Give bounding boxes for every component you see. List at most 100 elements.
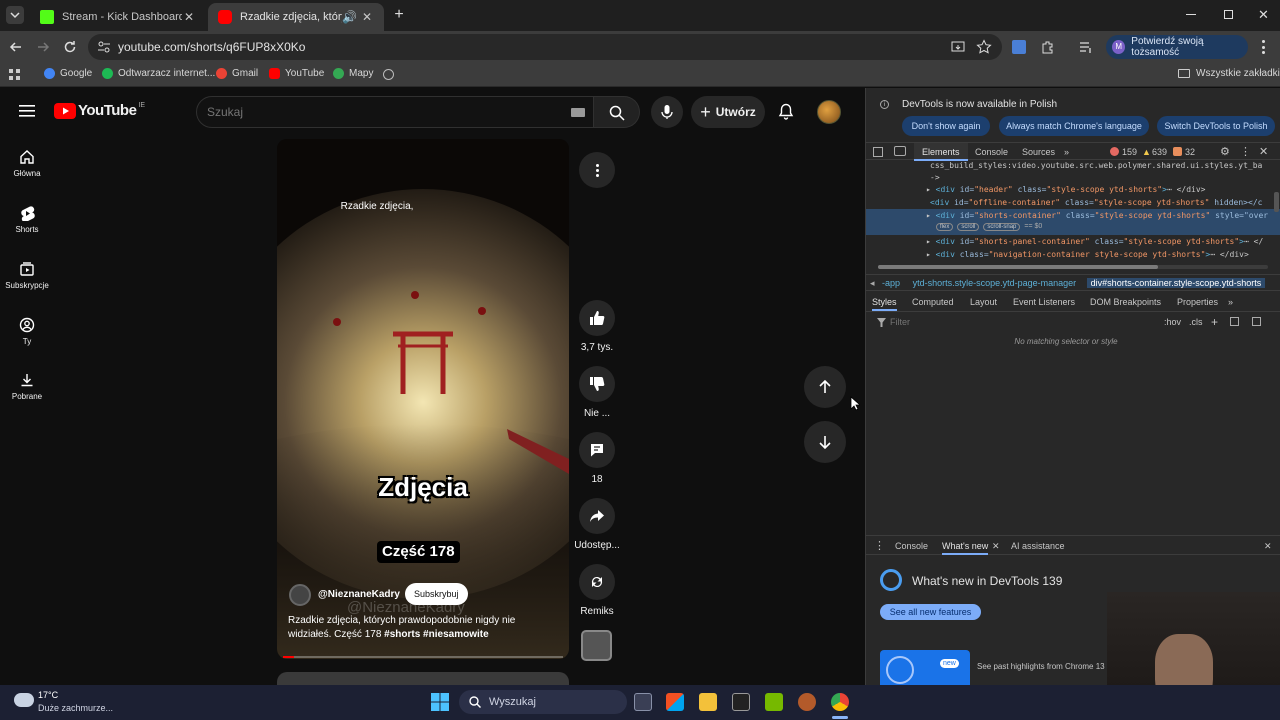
devtools-menu-icon[interactable]: ⋮ xyxy=(1240,143,1251,161)
tab-search-button[interactable] xyxy=(6,6,24,24)
subscribe-button[interactable]: Subskrybuj xyxy=(405,583,468,605)
like-button[interactable]: 3,7 tys. xyxy=(573,300,621,353)
next-short-button[interactable] xyxy=(804,421,846,463)
drawer-tab-console[interactable]: Console xyxy=(895,537,928,555)
warning-count[interactable]: 639 xyxy=(1152,143,1167,161)
tab-styles[interactable]: Styles xyxy=(872,293,897,311)
tab-console[interactable]: Console xyxy=(975,143,1008,161)
speaker-icon[interactable]: 🔊 xyxy=(342,10,357,24)
tab-youtube-short[interactable]: Rzadkie zdjęcia, których pra 🔊 ✕ xyxy=(208,3,384,31)
channel-name[interactable]: @NieznaneKadry xyxy=(318,589,400,600)
hamburger-menu-icon[interactable] xyxy=(19,104,35,118)
all-bookmarks-button[interactable]: Wszystkie zakładki xyxy=(1178,68,1280,79)
globe-icon[interactable] xyxy=(383,69,394,80)
bookmark-google[interactable]: Google xyxy=(44,68,92,79)
reload-icon[interactable] xyxy=(62,39,78,55)
nav-you[interactable]: Ty xyxy=(0,317,54,346)
back-icon[interactable] xyxy=(8,39,24,55)
tab-properties[interactable]: Properties xyxy=(1177,293,1218,311)
chrome-icon[interactable] xyxy=(831,693,849,711)
site-info-icon[interactable] xyxy=(96,39,112,55)
share-button[interactable]: Udostęp... xyxy=(573,498,621,551)
bookmark-youtube[interactable]: YouTube xyxy=(269,68,324,79)
create-button[interactable]: + Utwórz xyxy=(691,96,765,128)
dom-line-navigation[interactable]: ▸ <div class="navigation-container style… xyxy=(866,248,1280,261)
close-window-icon[interactable]: ✕ xyxy=(1258,7,1269,23)
media-controls-icon[interactable] xyxy=(1078,39,1094,55)
taskbar-search[interactable]: Wyszukaj xyxy=(459,690,627,714)
new-tab-button[interactable]: + xyxy=(390,6,408,24)
tab-sources[interactable]: Sources xyxy=(1022,143,1055,161)
dom-line-offline[interactable]: <div id="offline-container" class="style… xyxy=(866,196,1280,209)
styles-filter-input[interactable] xyxy=(890,315,1140,329)
dom-line-header[interactable]: ▸ <div id="header" class="style-scope yt… xyxy=(866,183,1280,196)
highlights-link[interactable]: See past highlights from Chrome 13 xyxy=(977,662,1105,671)
channel-avatar[interactable] xyxy=(289,584,311,606)
apps-grid-icon[interactable] xyxy=(9,69,21,81)
search-input[interactable] xyxy=(207,103,547,121)
tab-dom-breakpoints[interactable]: DOM Breakpoints xyxy=(1090,293,1161,311)
app-icon[interactable] xyxy=(798,693,816,711)
next-short-preview[interactable] xyxy=(277,672,569,685)
new-rule-icon[interactable]: + xyxy=(1211,313,1218,331)
video-progress-bar[interactable] xyxy=(283,656,563,658)
nav-subscriptions[interactable]: Subskrypcje xyxy=(0,261,54,290)
short-video-player[interactable]: Rzadkie zdjęcia, Zdjęcia Część 178 @Niez… xyxy=(277,139,569,659)
verify-identity-button[interactable]: M Potwierdź swoją tożsamość xyxy=(1106,35,1248,59)
badge-scroll[interactable]: scroll xyxy=(957,223,980,231)
weather-desc[interactable]: Duże zachmurze... xyxy=(38,703,113,713)
inspect-element-icon[interactable] xyxy=(873,147,883,157)
dont-show-again-button[interactable]: Don't show again xyxy=(902,116,990,136)
breadcrumb-item-selected[interactable]: div#shorts-container.style-scope.ytd-sho… xyxy=(1086,278,1266,288)
nav-shorts[interactable]: Shorts xyxy=(0,205,54,234)
maximize-icon[interactable] xyxy=(1224,10,1233,19)
tab-elements[interactable]: Elements xyxy=(914,143,968,161)
horizontal-scrollbar[interactable] xyxy=(878,265,1268,269)
nav-downloads[interactable]: Pobrane xyxy=(0,372,54,401)
bookmark-player[interactable]: Odtwarzacz internet... xyxy=(102,68,215,79)
forward-icon[interactable] xyxy=(35,39,51,55)
match-language-button[interactable]: Always match Chrome's language xyxy=(999,116,1149,136)
breadcrumb-item[interactable]: ytd-shorts.style-scope.ytd-page-manager xyxy=(913,278,1077,288)
nvidia-icon[interactable] xyxy=(765,693,783,711)
drawer-tab-ai-assistance[interactable]: AI assistance xyxy=(1011,537,1065,555)
translate-icon[interactable] xyxy=(1012,40,1026,54)
class-toggle[interactable]: .cls xyxy=(1189,313,1203,331)
dom-line-shorts-container-selected[interactable]: ▸ <div id="shorts-container" class="styl… xyxy=(866,209,1280,235)
search-button[interactable] xyxy=(594,96,640,128)
hover-state-toggle[interactable]: :hov xyxy=(1164,313,1181,331)
dislike-button[interactable]: Nie ... xyxy=(573,366,621,419)
close-tab-icon[interactable]: ✕ xyxy=(182,10,196,24)
account-avatar[interactable] xyxy=(817,100,841,124)
info-count[interactable]: 32 xyxy=(1185,143,1195,161)
file-explorer-icon[interactable] xyxy=(699,693,717,711)
more-tabs-icon[interactable]: » xyxy=(1064,143,1069,161)
error-count[interactable]: 159 xyxy=(1122,143,1137,161)
badge-flex[interactable]: flex xyxy=(936,223,954,231)
description-hashtags[interactable]: #shorts #niesamowite xyxy=(384,629,488,640)
more-options-button[interactable] xyxy=(579,152,615,188)
tab-kick-dashboard[interactable]: Stream - Kick Dashboard ✕ xyxy=(30,3,206,31)
minimize-icon[interactable] xyxy=(1186,14,1196,15)
device-toolbar-icon[interactable] xyxy=(894,146,906,156)
bookmark-gmail[interactable]: Gmail xyxy=(216,68,258,79)
bookmark-star-icon[interactable] xyxy=(976,39,992,55)
keyboard-icon[interactable] xyxy=(571,108,585,117)
tab-event-listeners[interactable]: Event Listeners xyxy=(1013,293,1075,311)
install-app-icon[interactable] xyxy=(950,39,966,55)
remix-button[interactable]: Remiks xyxy=(573,564,621,617)
drawer-tab-whats-new[interactable]: What's new xyxy=(942,537,989,555)
notifications-bell-icon[interactable] xyxy=(778,103,794,121)
badge-scroll-snap[interactable]: scroll-snap xyxy=(983,223,1021,231)
settings-gear-icon[interactable]: ⚙ xyxy=(1220,143,1230,161)
switch-language-button[interactable]: Switch DevTools to Polish xyxy=(1157,116,1275,136)
task-view-icon[interactable] xyxy=(634,693,652,711)
close-whats-new-icon[interactable]: ✕ xyxy=(992,537,1000,555)
weather-temp[interactable]: 17°C xyxy=(38,690,58,700)
close-devtools-icon[interactable]: ✕ xyxy=(1259,143,1268,161)
previous-short-button[interactable] xyxy=(804,366,846,408)
address-bar[interactable]: youtube.com/shorts/q6FUP8xX0Ko xyxy=(88,34,1002,60)
highlights-thumbnail[interactable]: new xyxy=(880,650,970,685)
tab-layout[interactable]: Layout xyxy=(970,293,997,311)
weather-cloud-icon[interactable] xyxy=(14,693,34,707)
